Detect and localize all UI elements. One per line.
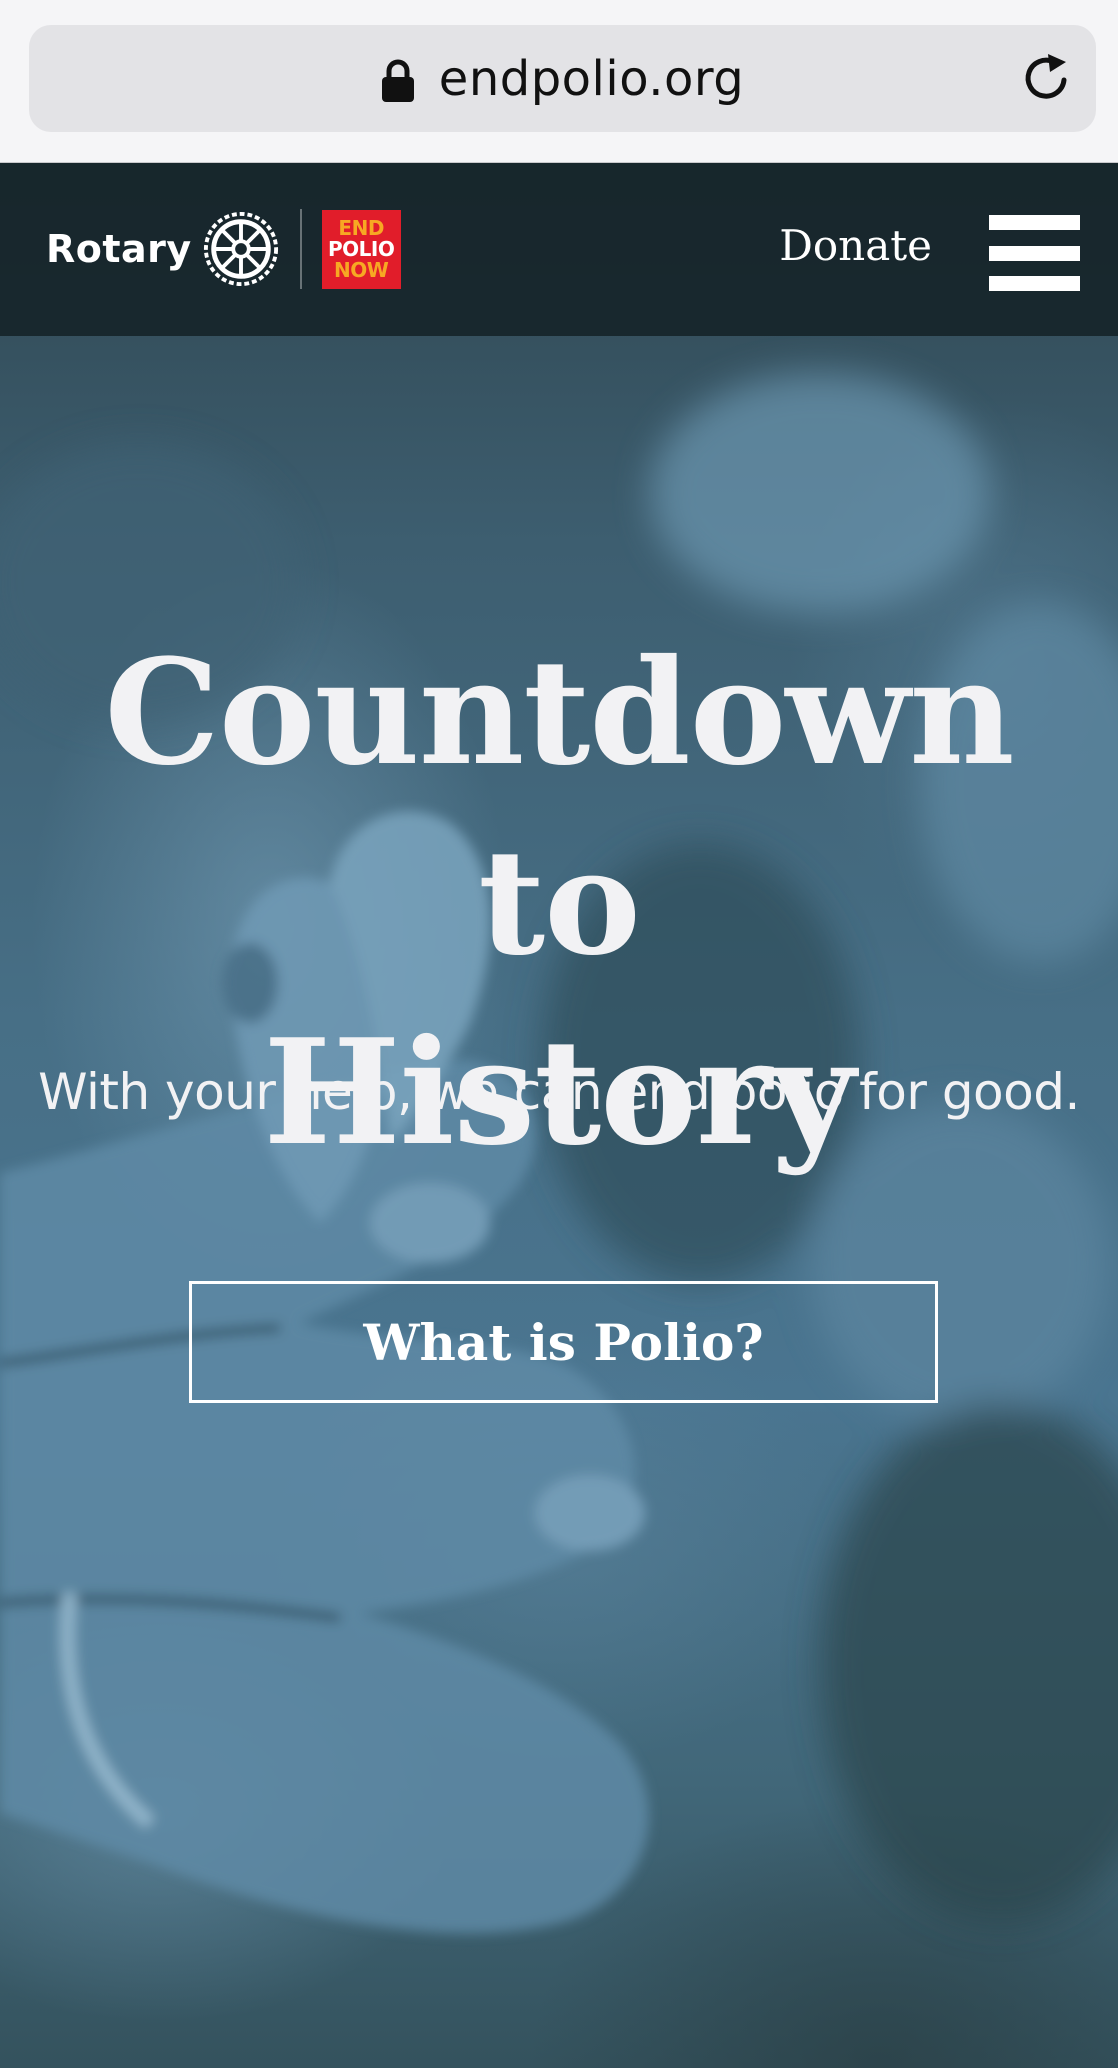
what-is-polio-button[interactable]: What is Polio?: [189, 1281, 938, 1403]
hero-title-line1: Countdown to: [104, 628, 1014, 988]
address-bar-content: endpolio.org: [29, 25, 1096, 132]
menu-bar-middle: [989, 246, 1080, 261]
epn-line-polio: POLIO: [328, 236, 395, 261]
epn-line-now: NOW: [334, 257, 389, 282]
site-viewport: Rotary END POLIO NOW Donate Countdown to…: [0, 163, 1118, 2068]
hero-subtitle: With your help, we can end polio for goo…: [38, 1063, 1080, 1121]
brand-divider: [299, 209, 302, 289]
address-bar[interactable]: endpolio.org: [29, 25, 1096, 132]
rotary-logo-text: Rotary: [46, 227, 192, 271]
lock-icon: [381, 59, 414, 102]
menu-bar-top: [989, 215, 1080, 230]
menu-bar-bottom: [989, 276, 1080, 291]
hamburger-menu-icon[interactable]: [989, 215, 1080, 291]
donate-link[interactable]: Donate: [779, 221, 932, 270]
rotary-wheel-icon: [203, 211, 278, 287]
epn-line-end: END: [338, 215, 384, 240]
end-polio-now-logo: END POLIO NOW: [321, 209, 401, 289]
url-text: endpolio.org: [438, 50, 745, 107]
brand-logos[interactable]: Rotary END POLIO NOW: [46, 209, 401, 289]
browser-toolbar: endpolio.org: [0, 0, 1118, 163]
reload-icon[interactable]: [1020, 52, 1072, 104]
site-header: Rotary END POLIO NOW Donate: [0, 163, 1118, 336]
